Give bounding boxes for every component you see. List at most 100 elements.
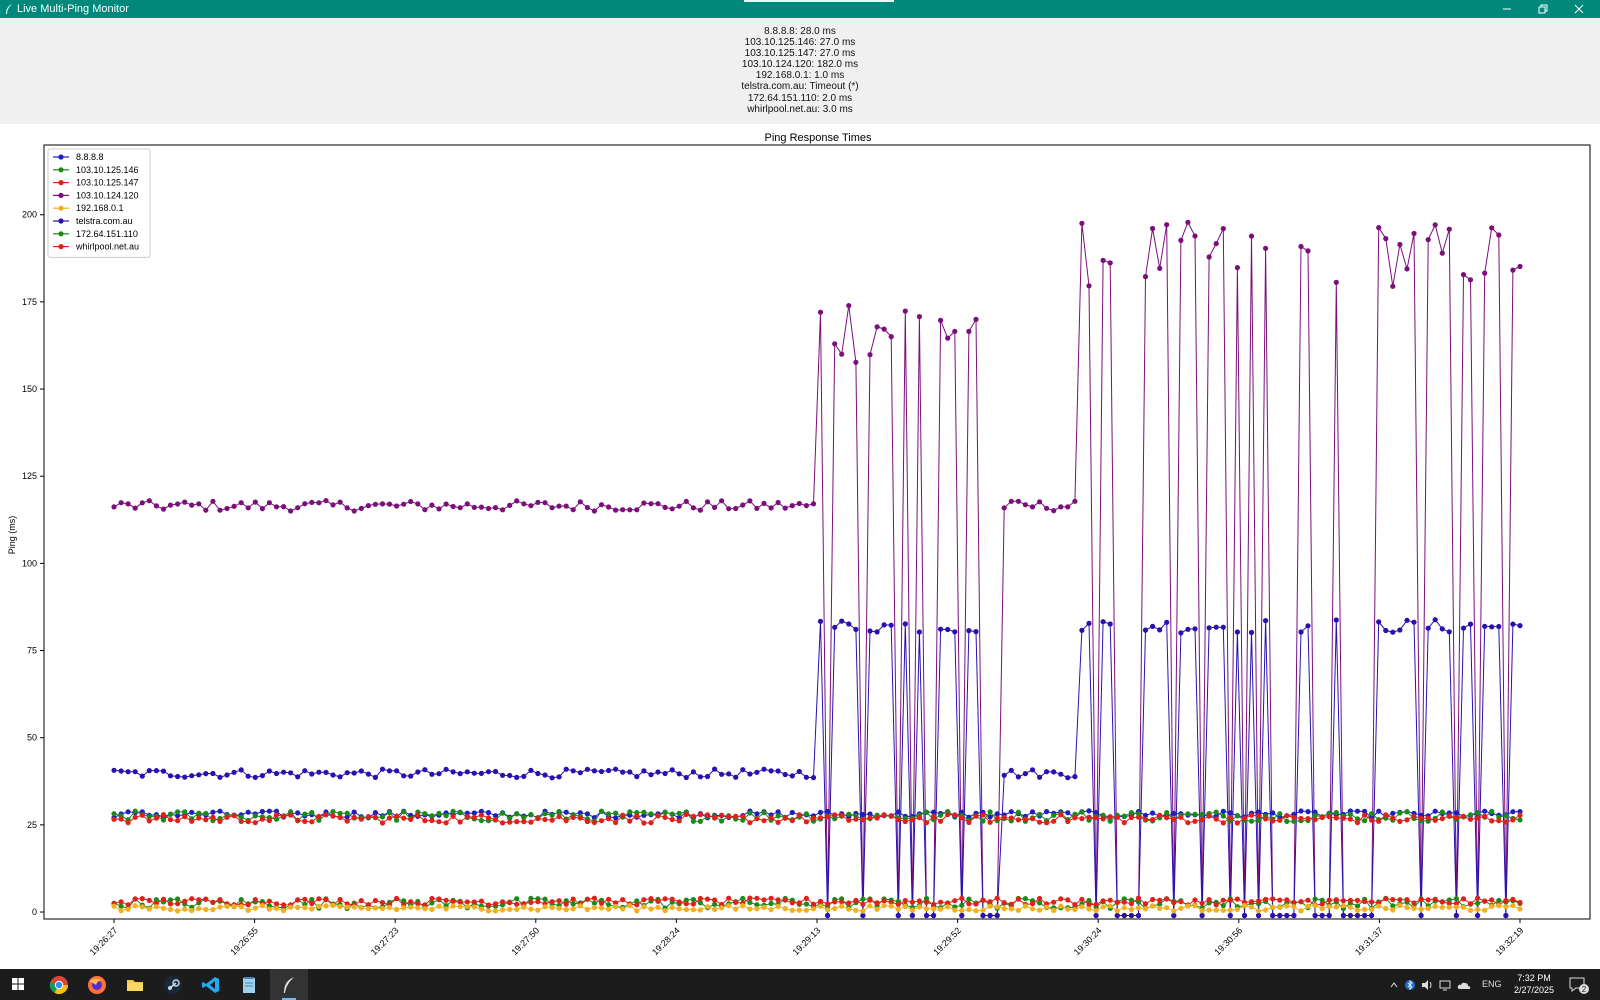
data-point	[196, 897, 202, 903]
data-point	[464, 769, 470, 775]
data-point	[874, 906, 880, 912]
legend-label: whirlpool.net.au	[75, 242, 139, 252]
data-point	[259, 773, 265, 779]
notification-center-button[interactable]: 2	[1568, 969, 1590, 1000]
data-point	[514, 901, 520, 907]
data-point	[1051, 769, 1057, 775]
data-point	[365, 771, 371, 777]
data-point	[846, 900, 852, 906]
data-point	[1503, 912, 1509, 919]
taskbar-firefox[interactable]	[78, 969, 116, 1000]
data-point	[549, 775, 555, 781]
data-point	[485, 769, 492, 775]
data-point	[1065, 818, 1071, 825]
data-point	[1150, 225, 1156, 232]
data-point	[683, 811, 689, 818]
data-point	[245, 902, 251, 908]
data-point	[1150, 817, 1156, 823]
data-point	[1192, 818, 1198, 824]
data-point	[1100, 619, 1106, 625]
data-point	[853, 816, 859, 822]
data-point	[167, 811, 174, 817]
tray-overflow-chevron-icon[interactable]	[1389, 969, 1399, 1000]
data-point	[1015, 817, 1022, 823]
data-point	[1206, 897, 1212, 903]
data-point	[662, 908, 668, 914]
data-point	[1390, 897, 1396, 903]
data-point	[1510, 896, 1516, 902]
data-point	[860, 901, 866, 907]
taskbar-vscode[interactable]	[192, 969, 230, 1000]
data-point	[1333, 617, 1339, 623]
data-point	[288, 770, 294, 776]
data-point	[690, 769, 697, 775]
data-point	[1390, 815, 1396, 821]
minimize-button[interactable]	[1492, 0, 1522, 18]
taskbar-chrome[interactable]	[40, 969, 78, 1000]
clock-date: 2/27/2025	[1513, 985, 1555, 995]
taskbar-steam[interactable]	[154, 969, 192, 1000]
data-point	[1390, 907, 1396, 913]
data-point	[139, 773, 145, 779]
window-titlebar[interactable]: Live Multi-Ping Monitor	[0, 0, 1600, 18]
data-point	[507, 900, 513, 906]
y-tick-label: 100	[22, 558, 37, 568]
data-point	[1291, 912, 1297, 919]
data-point	[153, 768, 159, 774]
chart-canvas[interactable]: Ping Response Times Ping (ms) 0 25 50 75 100…	[0, 124, 1600, 969]
system-clock[interactable]: 7:32 PM 2/27/2025	[1506, 972, 1562, 996]
data-point	[1432, 903, 1438, 910]
data-point	[874, 815, 880, 821]
legend-label: 172.64.151.110	[76, 229, 138, 239]
data-point	[549, 905, 555, 911]
data-point	[712, 766, 718, 772]
language-indicator[interactable]: ENG	[1482, 969, 1502, 1000]
data-point	[224, 814, 230, 820]
data-point	[789, 809, 795, 816]
data-point	[252, 897, 258, 903]
data-point	[189, 502, 195, 508]
taskbar-ping-monitor[interactable]	[270, 969, 308, 1000]
data-point	[1142, 816, 1149, 822]
data-point	[867, 628, 873, 634]
data-point	[1298, 815, 1304, 822]
close-button[interactable]	[1564, 0, 1594, 18]
data-point	[443, 820, 449, 826]
data-point	[372, 814, 378, 820]
data-point	[111, 767, 117, 773]
data-point	[436, 903, 442, 909]
data-point	[832, 624, 838, 630]
data-point	[443, 766, 449, 772]
data-point	[916, 898, 923, 904]
data-point	[839, 812, 845, 818]
data-point	[1171, 810, 1177, 817]
data-point	[895, 912, 901, 919]
data-point	[627, 818, 633, 824]
data-point	[514, 906, 520, 913]
bluetooth-icon[interactable]	[1405, 969, 1415, 1000]
data-point	[1482, 813, 1488, 820]
data-point	[436, 506, 442, 512]
data-point	[980, 818, 986, 824]
data-point	[182, 774, 188, 780]
data-point	[1178, 237, 1184, 243]
data-point	[1404, 904, 1410, 911]
taskbar-file-explorer[interactable]	[116, 969, 154, 1000]
data-point	[775, 813, 781, 819]
restore-button[interactable]	[1528, 0, 1558, 18]
data-point	[1482, 907, 1488, 913]
volume-icon[interactable]	[1421, 969, 1433, 1000]
data-point	[1305, 903, 1311, 910]
data-point	[422, 811, 428, 817]
y-tick-label: 25	[27, 820, 37, 830]
taskbar-notepad[interactable]	[230, 969, 268, 1000]
data-point	[302, 768, 308, 774]
onedrive-icon[interactable]	[1457, 969, 1471, 1000]
data-point	[931, 813, 937, 820]
start-button[interactable]	[0, 969, 38, 1000]
data-point	[323, 903, 329, 909]
status-line: 192.168.0.1: 1.0 ms	[755, 70, 845, 82]
data-point	[832, 812, 838, 818]
network-icon[interactable]	[1439, 969, 1451, 1000]
data-point	[931, 906, 937, 912]
